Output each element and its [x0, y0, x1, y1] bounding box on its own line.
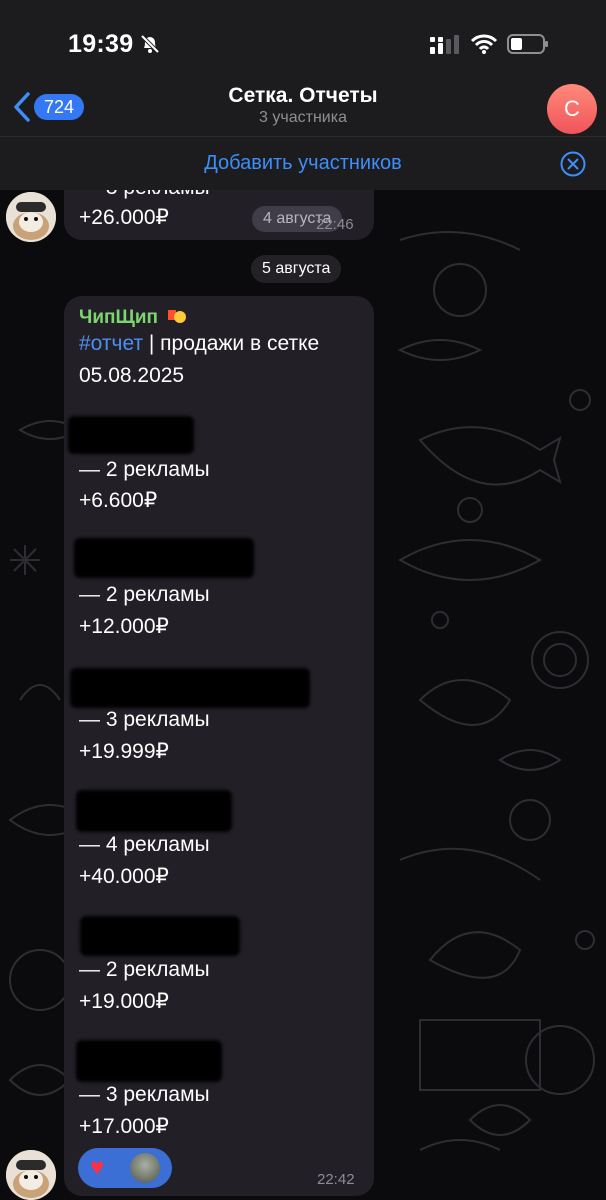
message-title-text: | продажи в сетке	[143, 332, 320, 355]
entry-5-amount: +19.000₽	[79, 990, 169, 1013]
guinea-pig-avatar-icon	[6, 1150, 56, 1200]
battery-icon	[507, 34, 548, 54]
message-sender-name[interactable]: ЧипЩип	[79, 307, 187, 329]
message-time: 22:42	[317, 1171, 355, 1188]
user-avatar[interactable]	[6, 1150, 56, 1200]
previous-message-amount: +26.000₽	[79, 206, 169, 229]
redacted-name-1	[68, 416, 194, 454]
entry-4-amount: +40.000₽	[79, 865, 169, 888]
entry-3-ads: — 3 рекламы	[79, 708, 210, 731]
message-title-line: #отчет | продажи в сетке	[79, 332, 319, 356]
bell-off-icon	[140, 34, 160, 54]
entry-5-ads: — 2 рекламы	[79, 958, 210, 981]
chat-subtitle: 3 участника	[259, 109, 347, 126]
redacted-name-5	[80, 916, 240, 956]
redacted-name-3	[70, 668, 310, 708]
previous-message-time: 22:46	[316, 216, 354, 233]
entry-1-amount: +6.600₽	[79, 489, 158, 512]
date-separator: 5 августа	[251, 255, 342, 283]
reactions-pill[interactable]: ♥	[78, 1148, 172, 1188]
message-date-line: 05.08.2025	[79, 364, 185, 387]
redacted-name-2	[74, 538, 254, 578]
sender-emoji-icon	[167, 307, 187, 325]
chat-header: 724 Сетка. Отчеты 3 участника С	[0, 84, 606, 136]
redacted-name-6	[76, 1040, 222, 1082]
chat-avatar[interactable]: С	[547, 84, 597, 134]
entry-2-ads: — 2 рекламы	[79, 583, 210, 606]
status-bar: 19:39	[0, 0, 606, 84]
add-members-button[interactable]: Добавить участников	[0, 152, 606, 175]
chat-title[interactable]: Сетка. Отчеты	[0, 84, 606, 108]
close-icon[interactable]	[560, 151, 586, 177]
user-avatar[interactable]	[6, 192, 56, 242]
add-members-bar: Добавить участников	[0, 136, 606, 190]
entry-6-ads: — 3 рекламы	[79, 1083, 210, 1106]
entry-4-ads: — 4 рекламы	[79, 833, 210, 856]
entry-6-amount: +17.000₽	[79, 1115, 169, 1138]
entry-1-ads: — 2 рекламы	[79, 458, 210, 481]
hashtag-link[interactable]: #отчет	[79, 332, 143, 355]
guinea-pig-avatar-icon	[6, 192, 56, 242]
signal-icon	[430, 35, 459, 54]
redacted-name-4	[76, 790, 232, 832]
entry-3-amount: +19.999₽	[79, 740, 169, 763]
wifi-icon	[470, 34, 498, 54]
status-time: 19:39	[68, 30, 134, 58]
sender-name-text: ЧипЩип	[79, 307, 159, 328]
entry-2-amount: +12.000₽	[79, 615, 169, 638]
heart-icon: ♥	[90, 1154, 105, 1181]
reactor-avatar	[130, 1153, 160, 1183]
